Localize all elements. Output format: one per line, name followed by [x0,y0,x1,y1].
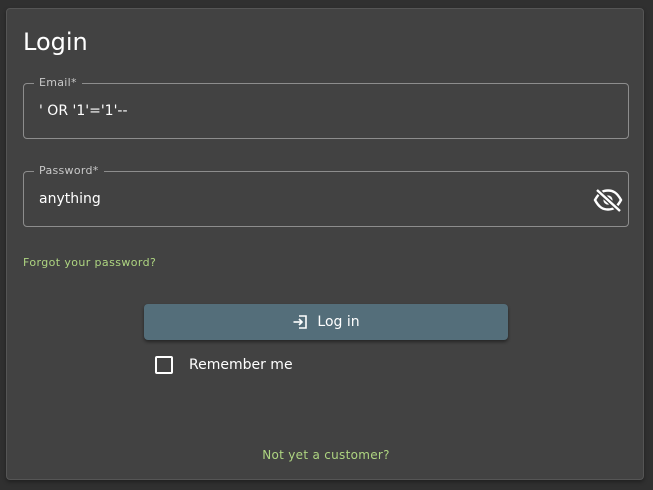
register-link[interactable]: Not yet a customer? [262,448,390,462]
remember-me-checkbox[interactable] [155,356,173,374]
login-button-label: Log in [317,314,360,330]
forgot-password-link[interactable]: Forgot your password? [23,256,156,270]
eye-off-icon[interactable] [593,187,623,213]
remember-me-label[interactable]: Remember me [189,355,293,375]
register-link-row: Not yet a customer? [7,447,645,463]
remember-me[interactable]: Remember me [155,355,293,375]
toggle-password-visibility-button[interactable] [592,184,624,216]
password-field[interactable]: Password* anything [23,164,629,227]
login-card: Login Email* ' OR '1'='1'-- Password* an… [6,8,644,480]
password-input[interactable]: anything [39,189,101,209]
password-label: Password* [34,164,104,178]
email-input[interactable]: ' OR '1'='1'-- [39,101,128,121]
email-field[interactable]: Email* ' OR '1'='1'-- [23,76,629,139]
login-button[interactable]: Log in [144,304,508,340]
page-title: Login [23,28,88,56]
email-label: Email* [34,76,82,90]
login-icon [292,314,308,330]
